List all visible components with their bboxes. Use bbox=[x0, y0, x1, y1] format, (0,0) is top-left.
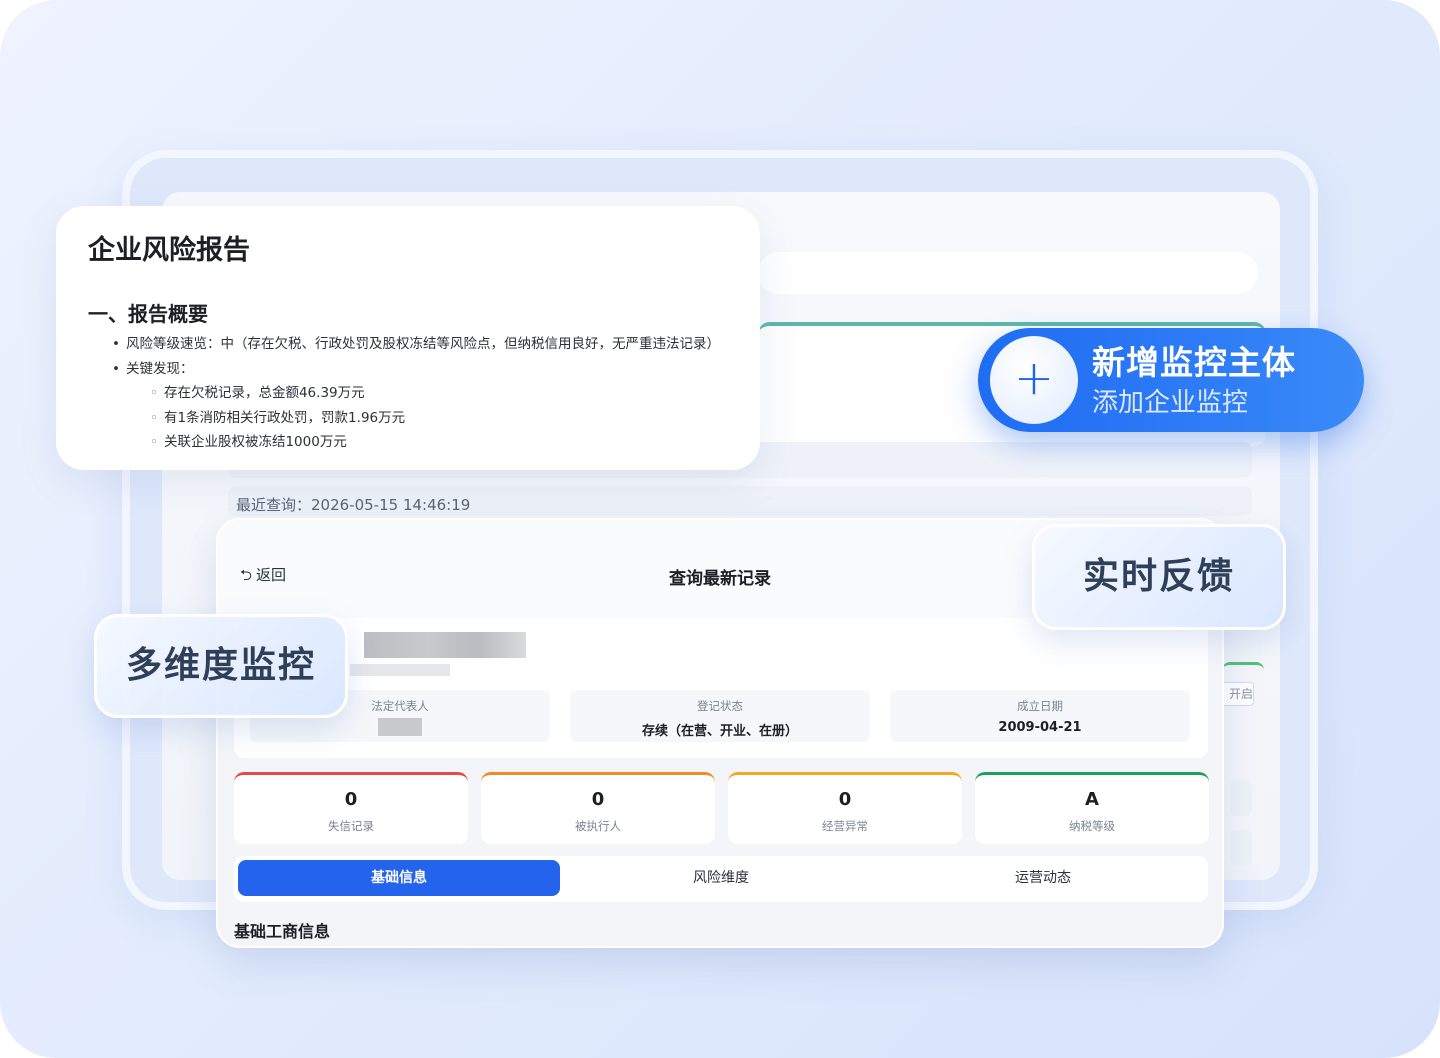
last-query-text: 最近查询：2026-05-15 14:46:19 bbox=[236, 496, 471, 514]
stat-executed-persons[interactable]: 0 被执行人 bbox=[481, 772, 715, 844]
plus-icon: + bbox=[990, 336, 1078, 424]
background-side-row bbox=[1230, 830, 1252, 866]
field-value: 2009-04-21 bbox=[998, 720, 1082, 735]
legal-rep-redacted bbox=[378, 718, 422, 736]
tab-operation-dynamics[interactable]: 运营动态 bbox=[882, 860, 1204, 896]
background-open-button[interactable]: 开启 bbox=[1220, 682, 1254, 706]
company-subtitle-redacted bbox=[350, 664, 450, 676]
add-monitor-title: 新增监控主体 bbox=[1092, 343, 1296, 382]
tab-risk-dimension[interactable]: 风险维度 bbox=[560, 860, 882, 896]
stat-dishonest-records[interactable]: 0 失信记录 bbox=[234, 772, 468, 844]
section-title: 基础工商信息 bbox=[234, 922, 331, 941]
report-section-heading: 一、报告概要 bbox=[88, 302, 208, 326]
background-search-bar bbox=[758, 252, 1258, 294]
marketing-stage: 最近查询：2026-05-15 14:46:19 开启 企业风险报告 一、报告概… bbox=[0, 0, 1440, 1058]
tab-basic-info[interactable]: 基础信息 bbox=[238, 860, 560, 896]
list-item: 关键发现： bbox=[112, 357, 752, 382]
list-item: 关联企业股权被冻结1000万元 bbox=[112, 430, 752, 455]
stat-value: A bbox=[1085, 789, 1099, 810]
company-info-card: 法定代表人 登记状态 存续（在营、开业、在册） 成立日期 2009-04-21 bbox=[234, 618, 1208, 758]
risk-report-card: 企业风险报告 一、报告概要 风险等级速览：中（存在欠税、行政处罚及股权冻结等风险… bbox=[56, 206, 760, 470]
stat-label: 纳税等级 bbox=[1069, 819, 1115, 833]
stat-label: 被执行人 bbox=[575, 819, 621, 833]
field-value: 存续（在营、开业、在册） bbox=[641, 724, 798, 739]
field-label: 登记状态 bbox=[697, 699, 743, 713]
stat-value: 0 bbox=[344, 789, 358, 810]
add-monitor-subtitle: 添加企业监控 bbox=[1092, 388, 1249, 418]
list-item: 风险等级速览：中（存在欠税、行政处罚及股权冻结等风险点，但纳税信用良好，无严重违… bbox=[112, 332, 752, 357]
stat-value: 0 bbox=[591, 789, 605, 810]
background-side-row bbox=[1230, 780, 1252, 816]
report-title: 企业风险报告 bbox=[88, 235, 250, 266]
add-monitor-button[interactable]: + 新增监控主体 添加企业监控 bbox=[978, 328, 1364, 432]
stat-abnormal-operations[interactable]: 0 经营异常 bbox=[728, 772, 962, 844]
list-item: 有1条消防相关行政处罚，罚款1.96万元 bbox=[112, 406, 752, 431]
company-name-redacted bbox=[364, 632, 526, 658]
stat-label: 失信记录 bbox=[328, 819, 374, 833]
multi-dimension-chip: 多维度监控 bbox=[94, 614, 348, 718]
field-label: 成立日期 bbox=[1017, 699, 1063, 713]
field-established-date: 成立日期 2009-04-21 bbox=[890, 690, 1190, 742]
info-tabs: 基础信息 风险维度 运营动态 bbox=[234, 856, 1208, 902]
list-item: 存在欠税记录，总金额46.39万元 bbox=[112, 381, 752, 406]
stat-tax-grade[interactable]: A 纳税等级 bbox=[975, 772, 1209, 844]
report-summary-list: 风险等级速览：中（存在欠税、行政处罚及股权冻结等风险点，但纳税信用良好，无严重违… bbox=[112, 332, 752, 455]
field-registration-status: 登记状态 存续（在营、开业、在册） bbox=[570, 690, 870, 742]
stat-label: 经营异常 bbox=[822, 819, 868, 833]
stat-value: 0 bbox=[838, 789, 852, 810]
realtime-feedback-chip: 实时反馈 bbox=[1032, 524, 1286, 630]
